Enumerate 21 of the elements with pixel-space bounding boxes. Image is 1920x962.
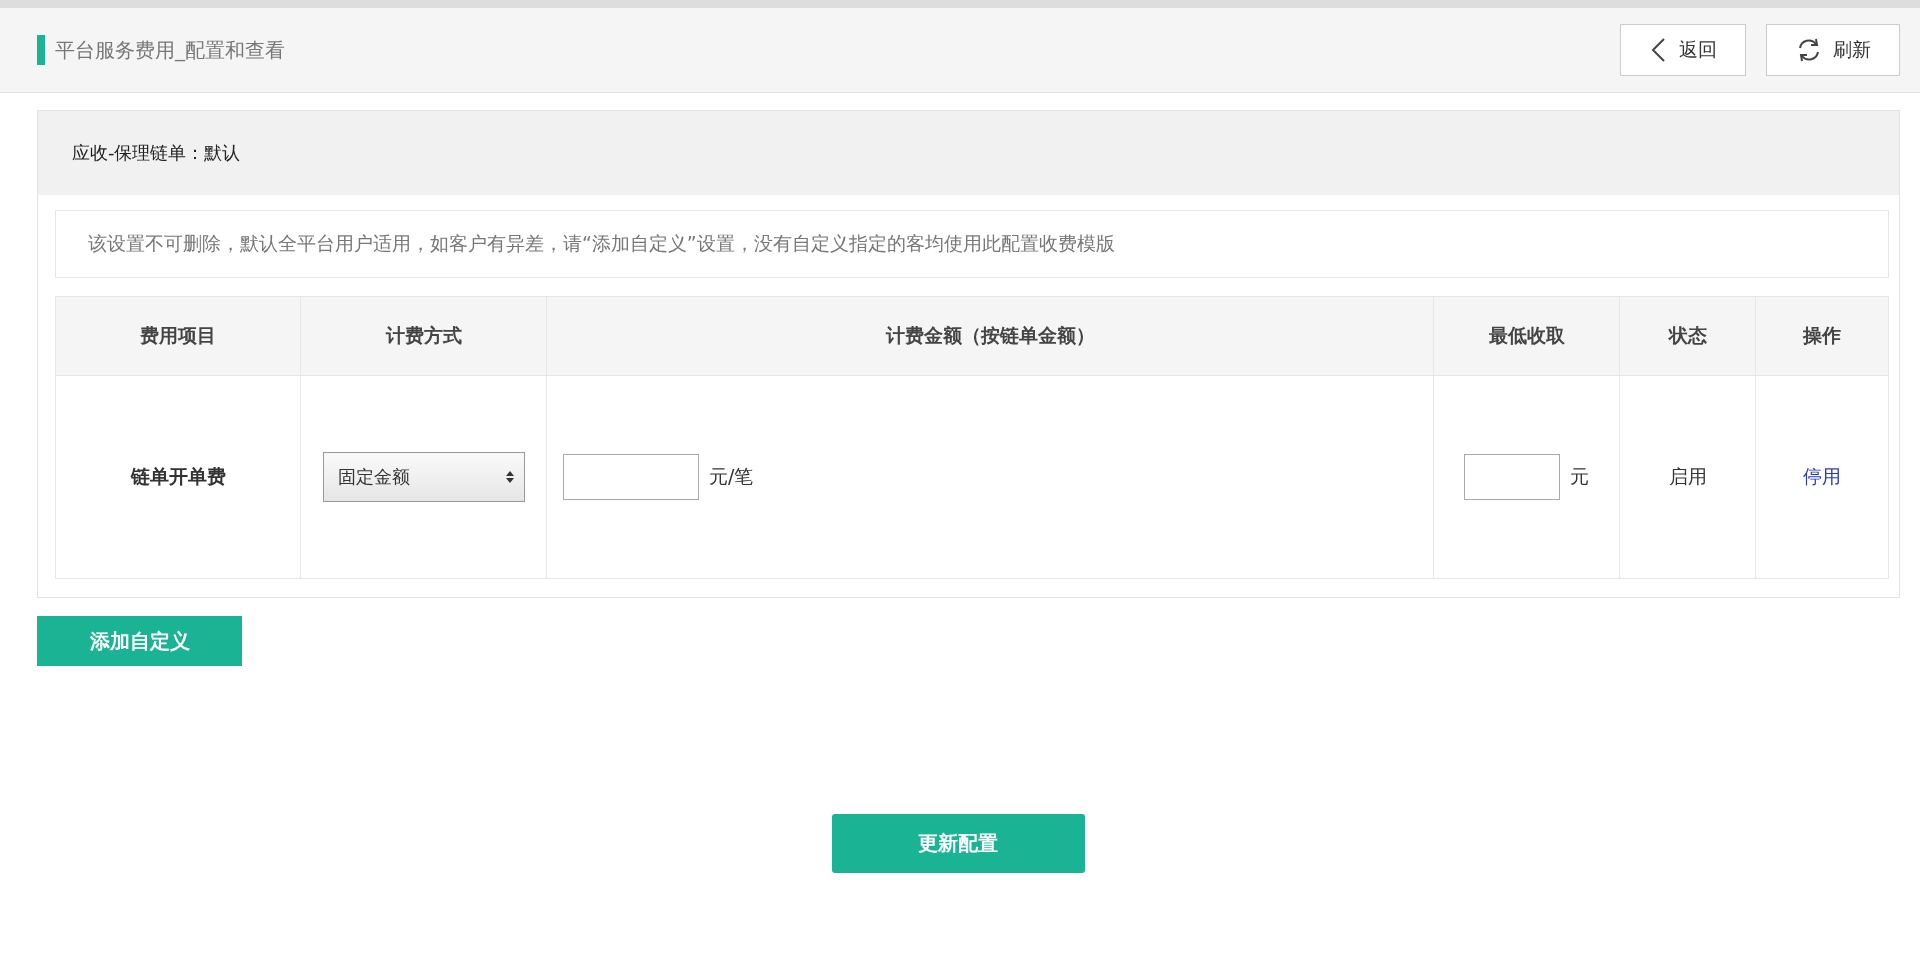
column-header: 计费方式 xyxy=(300,296,547,376)
section-title: 应收-保理链单：默认 xyxy=(72,141,241,165)
accent-bar xyxy=(37,35,45,65)
column-header: 计费金额（按链单金额） xyxy=(546,296,1434,376)
minimum-input[interactable] xyxy=(1464,454,1560,500)
column-header: 费用项目 xyxy=(55,296,301,376)
notice-text: 该设置不可删除，默认全平台用户适用，如客户有异差，请“添加自定义”设置，没有自定义指定的客均使用此配置收费模版 xyxy=(88,231,1115,256)
column-header: 操作 xyxy=(1755,296,1889,376)
refresh-button[interactable]: 刷新 xyxy=(1766,24,1900,76)
unit-label: 元/笔 xyxy=(709,464,754,489)
select-field[interactable]: 固定金额 xyxy=(322,452,525,502)
column-header: 状态 xyxy=(1619,296,1756,376)
column-header: 最低收取 xyxy=(1433,296,1620,376)
table-cell: 启用 xyxy=(1619,375,1756,579)
disable-link[interactable]: 停用 xyxy=(1803,465,1841,487)
sort-arrows-icon xyxy=(505,470,514,484)
table-cell: 链单开单费 xyxy=(55,375,301,579)
unit-label: 元 xyxy=(1570,464,1589,489)
page-title: 平台服务费用_配置和查看 xyxy=(55,36,285,64)
back-button[interactable]: 返回 xyxy=(1620,24,1746,76)
amount-input[interactable] xyxy=(563,454,699,500)
